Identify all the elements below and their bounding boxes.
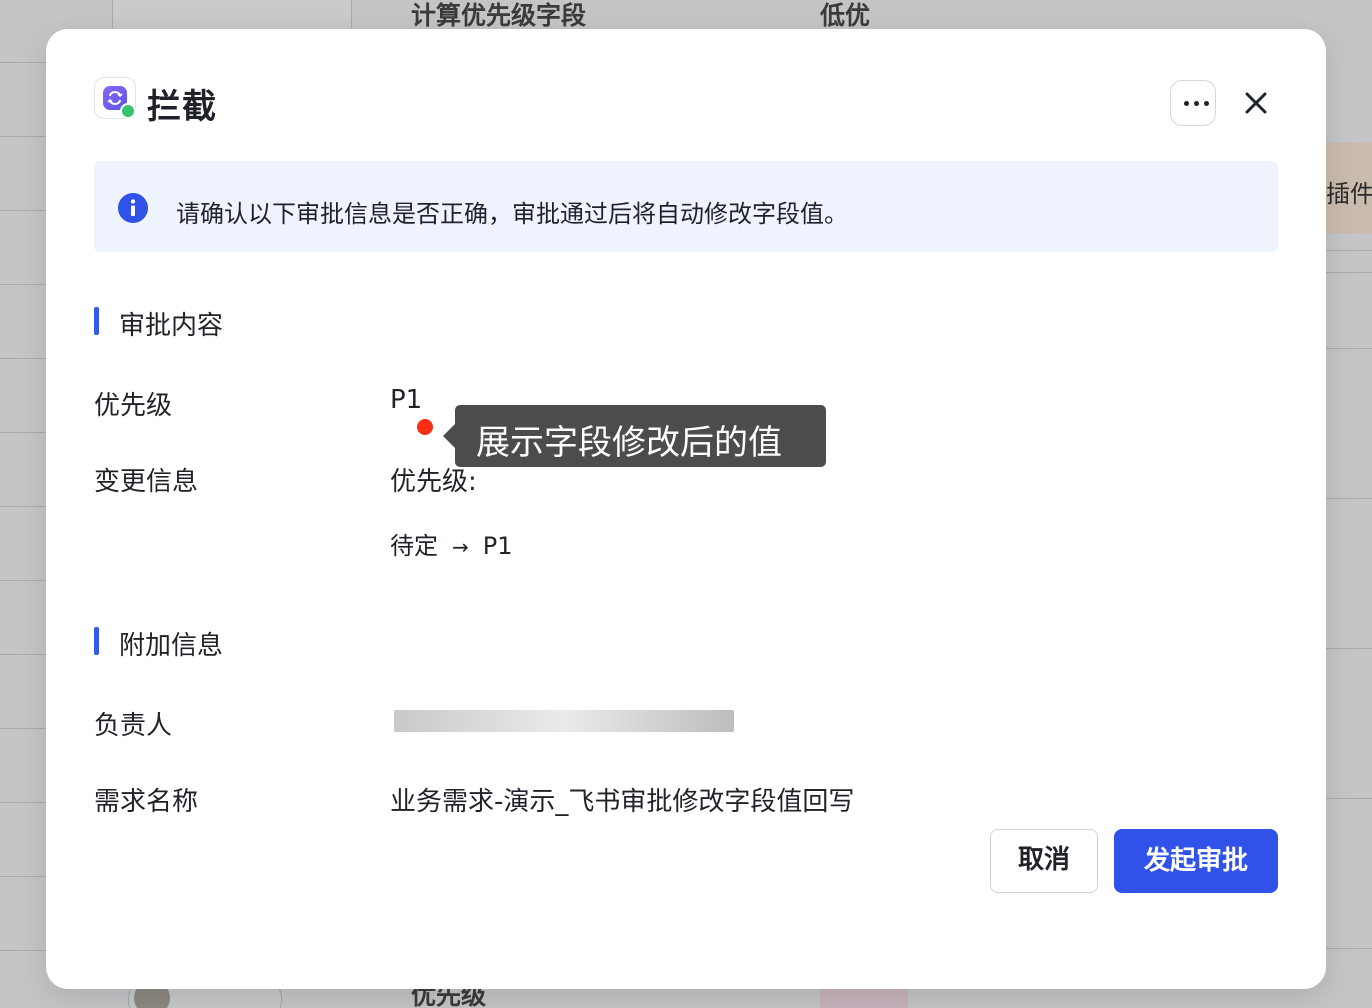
annotation-dot xyxy=(417,419,433,435)
bg-row-divider xyxy=(0,284,46,285)
bg-plugin-label: 插件 xyxy=(1326,180,1372,208)
check-icon xyxy=(120,103,136,119)
bg-row-divider xyxy=(1326,250,1372,251)
section-marker xyxy=(94,627,99,655)
priority-label: 优先级 xyxy=(94,391,173,421)
approval-app-icon xyxy=(94,77,136,119)
arrow-right-icon: → xyxy=(452,535,469,559)
bg-row-divider xyxy=(0,432,46,433)
close-button[interactable] xyxy=(1236,83,1276,123)
bg-plugin-tab: 插件 xyxy=(1326,142,1372,234)
close-icon xyxy=(1245,92,1267,114)
info-icon xyxy=(118,193,148,223)
bg-row-divider xyxy=(1326,798,1372,799)
annotation-tooltip: 展示字段修改后的值 xyxy=(443,405,826,467)
intercept-dialog: 拦截 请确认以下审批信息是否正确，审批通过后将自动修改字段值。 审批内容 优先级… xyxy=(46,29,1326,989)
bg-row-divider xyxy=(0,136,46,137)
requirement-label: 需求名称 xyxy=(94,787,199,817)
bg-row-divider xyxy=(1326,648,1372,649)
bg-row-divider xyxy=(0,210,46,211)
priority-value: P1 xyxy=(390,385,423,415)
bg-row-divider xyxy=(1326,498,1372,499)
cancel-button[interactable]: 取消 xyxy=(990,829,1098,893)
bg-row-divider xyxy=(1326,272,1372,273)
owner-value xyxy=(390,705,734,735)
approval-section-title: 审批内容 xyxy=(119,311,224,341)
more-horizontal-icon xyxy=(1181,101,1211,106)
bg-field-header: 计算优先级字段 xyxy=(411,1,587,30)
change-info-label: 变更信息 xyxy=(94,467,199,497)
owner-label: 负责人 xyxy=(94,711,173,741)
more-options-button[interactable] xyxy=(1170,80,1216,126)
bg-row-divider xyxy=(1326,948,1372,949)
requirement-value: 业务需求-演示_飞书审批修改字段值回写 xyxy=(390,787,855,817)
bg-row-divider xyxy=(0,506,46,507)
bg-row-divider xyxy=(1326,348,1372,349)
bg-row-divider xyxy=(0,358,46,359)
tooltip-text: 展示字段修改后的值 xyxy=(476,423,782,463)
notice-text: 请确认以下审批信息是否正确，审批通过后将自动修改字段值。 xyxy=(176,200,848,228)
change-from-value: 待定 xyxy=(390,532,438,560)
bg-row-divider xyxy=(0,580,46,581)
submit-approval-button[interactable]: 发起审批 xyxy=(1114,829,1278,893)
bg-row-divider xyxy=(0,950,46,951)
change-to-value: P1 xyxy=(482,532,513,560)
bg-row-divider xyxy=(0,728,46,729)
bg-row-divider xyxy=(0,876,46,877)
bg-value-header: 低优 xyxy=(820,1,871,30)
bg-row-divider xyxy=(0,62,46,63)
redacted-mask xyxy=(394,709,734,732)
bg-row-divider xyxy=(0,802,46,803)
extra-section-title: 附加信息 xyxy=(119,631,224,661)
change-detail: 待定 → P1 xyxy=(390,526,513,561)
section-marker xyxy=(94,307,99,335)
dialog-title: 拦截 xyxy=(147,87,217,127)
notice-banner: 请确认以下审批信息是否正确，审批通过后将自动修改字段值。 xyxy=(94,161,1278,252)
bg-row-divider xyxy=(0,654,46,655)
